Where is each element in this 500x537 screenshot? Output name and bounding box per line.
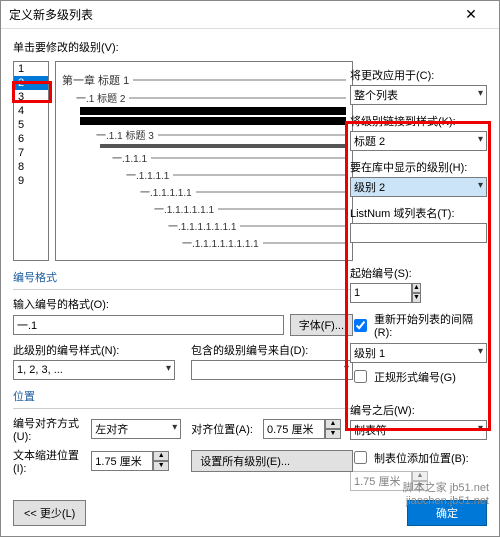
tabstop-spinner: ▲▼ — [350, 471, 440, 491]
include-prev-label: 包含的级别编号来自(D): — [191, 342, 353, 358]
tabstop-checkbox[interactable] — [354, 451, 367, 464]
level-item[interactable]: 8 — [14, 160, 48, 174]
align-select[interactable] — [91, 419, 181, 439]
dialog: 定义新多级列表 ✕ 单击要修改的级别(V): 1 2 3 4 5 6 7 8 9 — [0, 0, 500, 537]
close-button[interactable]: ✕ — [451, 1, 491, 29]
listnum-label: ListNum 域列表名(T): — [350, 205, 487, 221]
restart-select[interactable] — [350, 343, 487, 363]
font-button[interactable]: 字体(F)... — [290, 314, 353, 336]
start-at-spinner[interactable]: ▲▼ — [350, 283, 410, 303]
position-header: 位置 — [13, 388, 353, 404]
click-level-label: 单击要修改的级别(V): — [13, 39, 353, 55]
enter-format-label: 输入编号的格式(O): — [13, 296, 353, 312]
include-prev-select[interactable] — [191, 360, 353, 380]
align-label: 编号对齐方式(U): — [13, 415, 81, 443]
start-at-label: 起始编号(S): — [350, 265, 487, 281]
number-format-input[interactable] — [13, 315, 284, 335]
num-style-label: 此级别的编号样式(N): — [13, 342, 175, 358]
indent-at-label: 文本缩进位置(I): — [13, 447, 81, 475]
level-item[interactable]: 1 — [14, 62, 48, 76]
num-format-header: 编号格式 — [13, 269, 353, 285]
legal-checkbox[interactable] — [354, 370, 367, 383]
titlebar: 定义新多级列表 ✕ — [1, 1, 499, 29]
level-item[interactable]: 9 — [14, 174, 48, 188]
ok-button[interactable]: 确定 — [407, 500, 487, 526]
indent-at-spinner[interactable]: ▲▼ — [91, 451, 181, 471]
level-item[interactable]: 2 — [14, 76, 48, 90]
show-gallery-select[interactable] — [350, 177, 487, 197]
aligned-at-label: 对齐位置(A): — [191, 421, 253, 437]
listnum-input[interactable] — [350, 223, 487, 243]
level-listbox[interactable]: 1 2 3 4 5 6 7 8 9 — [13, 61, 49, 261]
show-gallery-label: 要在库中显示的级别(H): — [350, 159, 487, 175]
legal-label: 正规形式编号(G) — [374, 369, 456, 385]
restart-label: 重新开始列表的间隔(R): — [374, 311, 487, 339]
level-item[interactable]: 5 — [14, 118, 48, 132]
restart-checkbox[interactable] — [354, 319, 367, 332]
aligned-at-spinner[interactable]: ▲▼ — [263, 419, 353, 439]
link-style-label: 将级别链接到样式(K): — [350, 113, 487, 129]
apply-to-label: 将更改应用于(C): — [350, 67, 487, 83]
right-panel: 将更改应用于(C): 将级别链接到样式(K): 要在库中显示的级别(H): Li… — [350, 67, 487, 491]
preview-pane: 第一章 标题 1 一.1 标题 2 一.1.1 标题 3 一.1.1.1 一.1… — [55, 61, 353, 261]
num-style-select[interactable] — [13, 360, 175, 380]
follow-with-select[interactable] — [350, 420, 487, 440]
level-item[interactable]: 3 — [14, 90, 48, 104]
tabstop-label: 制表位添加位置(B): — [374, 450, 469, 466]
set-all-button[interactable]: 设置所有级别(E)... — [191, 450, 353, 472]
level-item[interactable]: 7 — [14, 146, 48, 160]
less-button[interactable]: << 更少(L) — [13, 500, 86, 526]
apply-to-select[interactable] — [350, 85, 487, 105]
link-style-select[interactable] — [350, 131, 487, 151]
follow-with-label: 编号之后(W): — [350, 402, 487, 418]
dialog-title: 定义新多级列表 — [9, 6, 93, 23]
level-item[interactable]: 4 — [14, 104, 48, 118]
level-item[interactable]: 6 — [14, 132, 48, 146]
